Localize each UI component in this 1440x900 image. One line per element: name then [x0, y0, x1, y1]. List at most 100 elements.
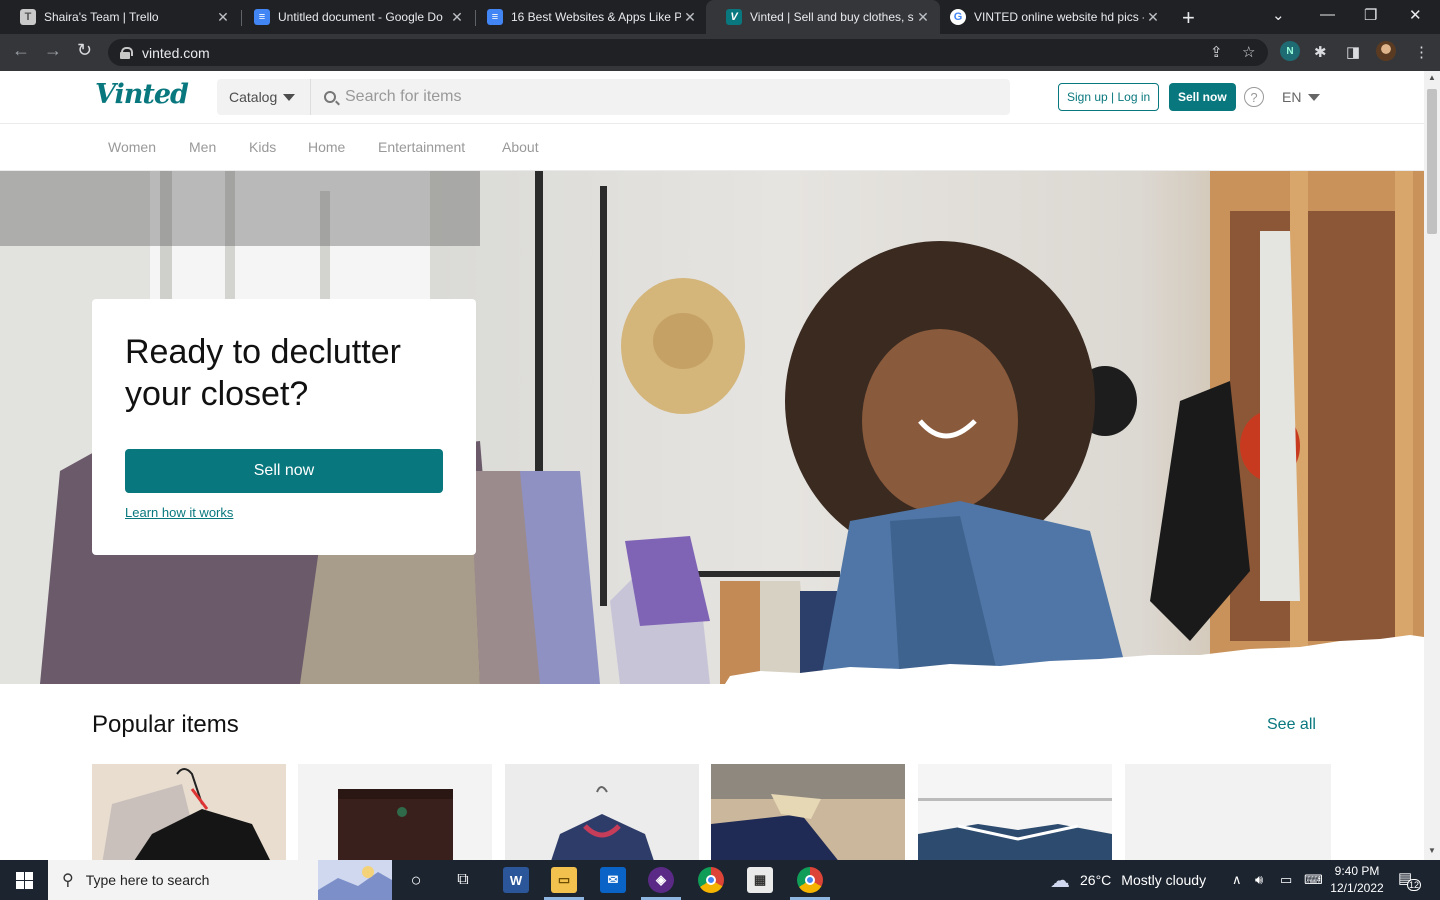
catalog-dropdown[interactable]: Catalog — [217, 79, 311, 115]
tab-title: 16 Best Websites & Apps Like P — [511, 10, 681, 24]
address-bar[interactable]: vinted.com — [108, 39, 1268, 66]
minimize-icon[interactable]: — — [1320, 6, 1335, 23]
nav-kids[interactable]: Kids — [249, 139, 276, 155]
item-photo — [918, 798, 1112, 860]
tab-best-websites[interactable]: ≡ 16 Best Websites & Apps Like P ✕ — [467, 0, 707, 34]
search-icon — [324, 91, 336, 103]
windows-taskbar: ⚲ Type here to search ○ ⧉ W ▭ ✉ ◈ ▦ ☁ 26… — [0, 860, 1440, 900]
trello-icon: T — [20, 9, 36, 25]
url-text: vinted.com — [142, 44, 210, 61]
clock-date: 12/1/2022 — [1330, 881, 1384, 895]
mail-icon[interactable]: ✉ — [600, 867, 626, 893]
vinted-logo[interactable]: Vinted — [95, 79, 189, 110]
nav-about[interactable]: About — [502, 139, 539, 155]
item-photo — [102, 768, 270, 860]
browser-toolbar: ← → ↻ vinted.com ⇪ ☆ ✱ ◨ ⋮ — [0, 34, 1440, 71]
item-card[interactable] — [92, 764, 286, 860]
microsoft-store-icon[interactable]: ▦ — [747, 867, 773, 893]
weather-widget[interactable]: ☁ 26°C Mostly cloudy — [1050, 860, 1206, 900]
tab-title: Shaira's Team | Trello — [44, 10, 159, 24]
notification-count: 12 — [1407, 879, 1422, 891]
google-docs-icon: ≡ — [487, 9, 503, 25]
search-icon: ⚲ — [62, 872, 74, 889]
new-tab-icon[interactable]: + — [1182, 5, 1195, 31]
popular-items-title: Popular items — [92, 711, 239, 738]
file-explorer-icon[interactable]: ▭ — [551, 867, 577, 893]
item-card[interactable] — [711, 764, 905, 860]
signup-login-button[interactable]: Sign up | Log in — [1058, 83, 1160, 111]
nav-entertainment[interactable]: Entertainment — [378, 139, 465, 155]
scrollbar-thumb[interactable] — [1427, 89, 1437, 234]
item-card-placeholder[interactable] — [1125, 764, 1331, 860]
nav-home[interactable]: Home — [308, 139, 345, 155]
item-card[interactable] — [505, 764, 699, 860]
page-scrollbar[interactable]: ▲ ▼ — [1424, 71, 1440, 860]
lock-icon — [120, 46, 133, 59]
learn-how-it-works-link[interactable]: Learn how it works — [125, 505, 233, 520]
nav-women[interactable]: Women — [108, 139, 156, 155]
task-view-icon[interactable]: ⧉ — [450, 867, 476, 893]
back-icon[interactable]: ← — [12, 40, 30, 61]
tab-vinted[interactable]: V Vinted | Sell and buy clothes, sh ✕ — [706, 0, 940, 34]
share-icon[interactable]: ⇪ — [1210, 43, 1223, 61]
restore-icon[interactable]: ❐ — [1364, 6, 1377, 24]
chrome-icon[interactable] — [698, 867, 724, 893]
forward-icon[interactable]: → — [44, 40, 62, 61]
extensions-icon[interactable]: ✱ — [1314, 43, 1327, 61]
close-icon[interactable]: ✕ — [448, 9, 466, 26]
menu-icon[interactable]: ⋮ — [1414, 43, 1429, 61]
window-close-icon[interactable]: ✕ — [1409, 6, 1422, 24]
tab-title: VINTED online website hd pics - — [974, 10, 1144, 24]
reload-icon[interactable]: ↻ — [77, 40, 92, 61]
vinted-header: Vinted Catalog Sign up | Log in Sell now… — [0, 71, 1424, 124]
close-icon[interactable]: ✕ — [214, 9, 232, 26]
scroll-up-icon[interactable]: ▲ — [1428, 73, 1436, 82]
search-input[interactable] — [345, 88, 1010, 106]
tab-trello[interactable]: T Shaira's Team | Trello ✕ — [0, 0, 240, 34]
chevron-down-icon — [1308, 93, 1321, 101]
hero-banner: Ready to declutter your closet? Sell now… — [0, 171, 1424, 684]
vpn-icon[interactable]: ◈ — [648, 867, 674, 893]
search-bar: Catalog — [217, 79, 1010, 115]
tab-google-search[interactable]: G VINTED online website hd pics - ✕ — [930, 0, 1170, 34]
see-all-link[interactable]: See all — [1267, 716, 1316, 734]
sell-now-header-button[interactable]: Sell now — [1169, 83, 1236, 111]
google-icon: G — [950, 9, 966, 25]
item-photo — [551, 786, 654, 860]
language-selector[interactable]: EN — [1282, 89, 1321, 105]
help-icon[interactable]: ? — [1244, 87, 1264, 107]
cortana-icon[interactable]: ○ — [403, 867, 429, 893]
nav-men[interactable]: Men — [189, 139, 216, 155]
extension-n-icon[interactable]: N — [1280, 41, 1300, 61]
network-icon[interactable]: ▭ — [1280, 860, 1292, 900]
notification-center-icon[interactable]: ▤ 12 — [1398, 869, 1422, 891]
browser-tab-strip: T Shaira's Team | Trello ✕ ≡ Untitled do… — [0, 0, 1440, 34]
close-icon[interactable]: ✕ — [681, 9, 699, 26]
chevron-down-icon — [283, 93, 296, 101]
tab-google-docs[interactable]: ≡ Untitled document - Google Do ✕ — [234, 0, 474, 34]
profile-avatar[interactable] — [1376, 41, 1396, 61]
page-viewport: Vinted Catalog Sign up | Log in Sell now… — [0, 71, 1424, 860]
windows-start-icon[interactable] — [16, 872, 33, 889]
close-icon[interactable]: ✕ — [1144, 9, 1162, 26]
taskbar-search-box[interactable]: ⚲ Type here to search — [48, 860, 392, 900]
tab-title: Untitled document - Google Do — [278, 10, 443, 24]
side-panel-icon[interactable]: ◨ — [1346, 43, 1360, 61]
chrome-icon[interactable] — [797, 867, 823, 893]
weather-temp: 26°C — [1080, 872, 1112, 888]
volume-icon[interactable]: 🔊︎ — [1255, 860, 1263, 900]
cloudy-weather-icon: ☁ — [1050, 869, 1070, 892]
tab-search-icon[interactable]: ⌄ — [1272, 6, 1285, 24]
hero-sell-now-button[interactable]: Sell now — [125, 449, 443, 493]
clock[interactable]: 9:40 PM 12/1/2022 — [1326, 863, 1388, 897]
scroll-down-icon[interactable]: ▼ — [1428, 846, 1436, 855]
item-card[interactable] — [298, 764, 492, 860]
catalog-label: Catalog — [229, 89, 278, 105]
show-hidden-icons[interactable]: ∧ — [1232, 860, 1242, 900]
taskbar-search-placeholder: Type here to search — [85, 872, 210, 888]
word-icon[interactable]: W — [503, 867, 529, 893]
google-docs-icon: ≡ — [254, 9, 270, 25]
input-language-icon[interactable]: ⌨ — [1304, 860, 1323, 900]
bookmark-star-icon[interactable]: ☆ — [1242, 43, 1255, 61]
item-card[interactable] — [918, 764, 1112, 860]
